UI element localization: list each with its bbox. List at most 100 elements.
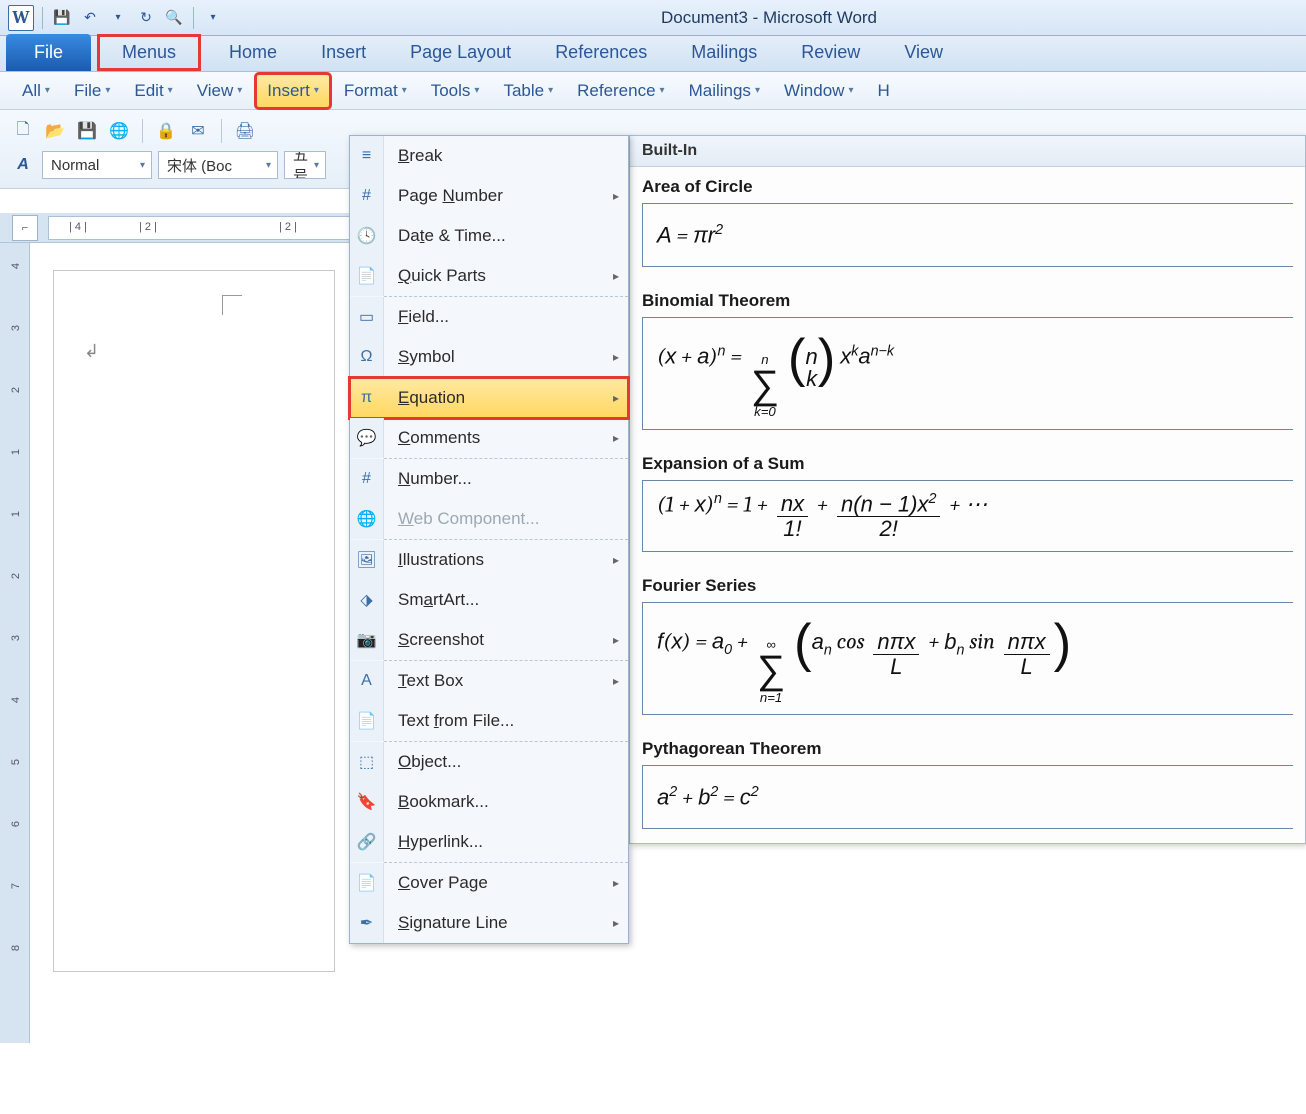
vruler-mark: 3 <box>10 635 22 641</box>
menu-item-label: Cover Page <box>384 873 604 893</box>
menu-item-screenshot[interactable]: 📷Screenshot▸ <box>350 620 628 660</box>
menu-insert[interactable]: Insert▾ <box>256 74 330 108</box>
menu-item-label: Signature Line <box>384 913 604 933</box>
tab-view[interactable]: View <box>882 34 965 71</box>
email-icon[interactable]: ✉ <box>185 118 211 144</box>
menu-tools[interactable]: Tools▾ <box>421 75 490 107</box>
equation-gallery-item[interactable]: Area of CircleA = πr2 <box>630 167 1305 281</box>
title-bar: W 💾 ↶ ▾ ↻ 🔍 ▾ Document3 - Microsoft Word <box>0 0 1306 36</box>
undo-icon[interactable]: ↶ <box>79 7 101 29</box>
menu-mailings[interactable]: Mailings▾ <box>679 75 770 107</box>
menu-item-label: Comments <box>384 428 604 448</box>
menu-item-label: Bookmark... <box>384 792 628 812</box>
menu-item-comments[interactable]: 💬Comments▸ <box>350 418 628 458</box>
bookmark-icon: 🔖 <box>350 782 384 822</box>
classic-menubar: All▾ File▾ Edit▾ View▾ Insert▾ Format▾ T… <box>0 72 1306 110</box>
style-select[interactable]: Normal <box>42 151 152 179</box>
permission-icon[interactable]: 🔒 <box>153 118 179 144</box>
menu-item-equation[interactable]: πEquation▸ <box>350 378 628 418</box>
menu-window[interactable]: Window▾ <box>774 75 864 107</box>
menu-item-label: Number... <box>384 469 628 489</box>
new-icon[interactable]: 🗋 <box>10 118 36 144</box>
tab-page-layout[interactable]: Page Layout <box>388 34 533 71</box>
undo-dropdown-icon[interactable]: ▾ <box>107 7 129 29</box>
menu-item-hyperlink[interactable]: 🔗Hyperlink... <box>350 822 628 862</box>
equation-title: Expansion of a Sum <box>642 450 1293 480</box>
menu-item-label: Page Number <box>384 186 604 206</box>
menu-item-symbol[interactable]: ΩSymbol▸ <box>350 337 628 377</box>
menu-item-signature-line[interactable]: ✒Signature Line▸ <box>350 903 628 943</box>
equation-preview-box: a2 + b2 = c2 <box>642 765 1293 829</box>
illustrations-icon: 🖼 <box>350 540 384 580</box>
vruler-mark: 4 <box>10 697 22 703</box>
menu-item-bookmark[interactable]: 🔖Bookmark... <box>350 782 628 822</box>
symbol-icon: Ω <box>350 337 384 377</box>
menu-item-smartart[interactable]: ⬗SmartArt... <box>350 580 628 620</box>
menu-file[interactable]: File▾ <box>64 75 120 107</box>
menu-item-field[interactable]: ▭Field... <box>350 297 628 337</box>
menu-help-cutoff[interactable]: H <box>867 75 899 107</box>
menu-item-quick-parts[interactable]: 📄Quick Parts▸ <box>350 256 628 296</box>
customize-qat-icon[interactable]: ▾ <box>202 7 224 29</box>
menu-item-web-component: 🌐Web Component... <box>350 499 628 539</box>
submenu-arrow-icon: ▸ <box>604 674 628 688</box>
menu-edit[interactable]: Edit▾ <box>124 75 182 107</box>
tb-separator <box>221 119 222 143</box>
equation-gallery-item[interactable]: Binomial Theorem(x + a)n = n∑k=0 (nk) xk… <box>630 281 1305 444</box>
save-icon[interactable]: 💾 <box>51 7 73 29</box>
menu-table[interactable]: Table▾ <box>493 75 563 107</box>
menu-item-text-box[interactable]: AText Box▸ <box>350 661 628 701</box>
submenu-arrow-icon: ▸ <box>604 350 628 364</box>
font-size-select[interactable]: 五号 <box>284 151 326 179</box>
menu-reference[interactable]: Reference▾ <box>567 75 674 107</box>
menu-item-object[interactable]: ⬚Object... <box>350 742 628 782</box>
menu-item-label: Break <box>384 146 628 166</box>
menu-item-cover-page[interactable]: 📄Cover Page▸ <box>350 863 628 903</box>
menu-item-page-number[interactable]: #Page Number▸ <box>350 176 628 216</box>
tab-home[interactable]: Home <box>207 34 299 71</box>
save-tb-icon[interactable]: 💾 <box>74 118 100 144</box>
menu-item-break[interactable]: ≡Break <box>350 136 628 176</box>
equation-formula: a2 + b2 = c2 <box>657 784 759 810</box>
menu-all[interactable]: All▾ <box>12 75 60 107</box>
equation-gallery-item[interactable]: Fourier Seriesf(x) = a0 + ∞∑n=1 (an cos … <box>630 566 1305 729</box>
equation-gallery-item[interactable]: Pythagorean Theorem a2 + b2 = c2 <box>630 729 1305 843</box>
tab-selector-icon[interactable]: ⌐ <box>12 215 38 241</box>
vruler-mark: 7 <box>10 883 22 889</box>
print-icon[interactable]: 🖨 <box>232 118 258 144</box>
field-icon: ▭ <box>350 297 384 337</box>
redo-icon[interactable]: ↻ <box>135 7 157 29</box>
tab-references[interactable]: References <box>533 34 669 71</box>
tab-insert[interactable]: Insert <box>299 34 388 71</box>
menu-view[interactable]: View▾ <box>187 75 253 107</box>
equation-title: Pythagorean Theorem <box>642 735 1293 765</box>
vruler-mark: 2 <box>10 387 22 393</box>
ribbon-tabs: File Menus Home Insert Page Layout Refer… <box>0 36 1306 72</box>
equation-icon: π <box>350 378 384 418</box>
menu-item-text-from-file[interactable]: 📄Text from File... <box>350 701 628 741</box>
tab-file[interactable]: File <box>6 34 91 71</box>
tab-review[interactable]: Review <box>779 34 882 71</box>
equation-gallery-item[interactable]: Expansion of a Sum(1 + x)n = 1 + nx1! + … <box>630 444 1305 567</box>
document-page[interactable]: ↲ <box>54 271 334 971</box>
menu-format[interactable]: Format▾ <box>334 75 417 107</box>
menu-item-label: Object... <box>384 752 628 772</box>
menu-item-illustrations[interactable]: 🖼Illustrations▸ <box>350 540 628 580</box>
save-as-web-icon[interactable]: 🌐 <box>106 118 132 144</box>
ruler-mark: | 4 | <box>69 221 87 233</box>
equation-formula: f(x) = a0 + ∞∑n=1 (an cos nπxL + bn sin … <box>657 613 1071 704</box>
menu-item-date-time[interactable]: 🕓Date & Time... <box>350 216 628 256</box>
font-select[interactable]: 宋体 (Boc <box>158 151 278 179</box>
open-icon[interactable]: 📂 <box>42 118 68 144</box>
font-color-icon[interactable]: A <box>10 152 36 178</box>
print-preview-icon[interactable]: 🔍 <box>163 7 185 29</box>
smartart-icon: ⬗ <box>350 580 384 620</box>
vertical-ruler[interactable]: 432112345678 <box>0 243 30 1043</box>
menu-item-label: Date & Time... <box>384 226 628 246</box>
tab-menus[interactable]: Menus <box>97 34 201 71</box>
equation-formula: (x + a)n = n∑k=0 (nk) xkan−k <box>657 328 894 419</box>
tab-mailings[interactable]: Mailings <box>669 34 779 71</box>
menu-item-number[interactable]: #Number... <box>350 459 628 499</box>
paragraph-mark-icon: ↲ <box>84 341 99 362</box>
gallery-header: Built-In <box>630 136 1305 167</box>
